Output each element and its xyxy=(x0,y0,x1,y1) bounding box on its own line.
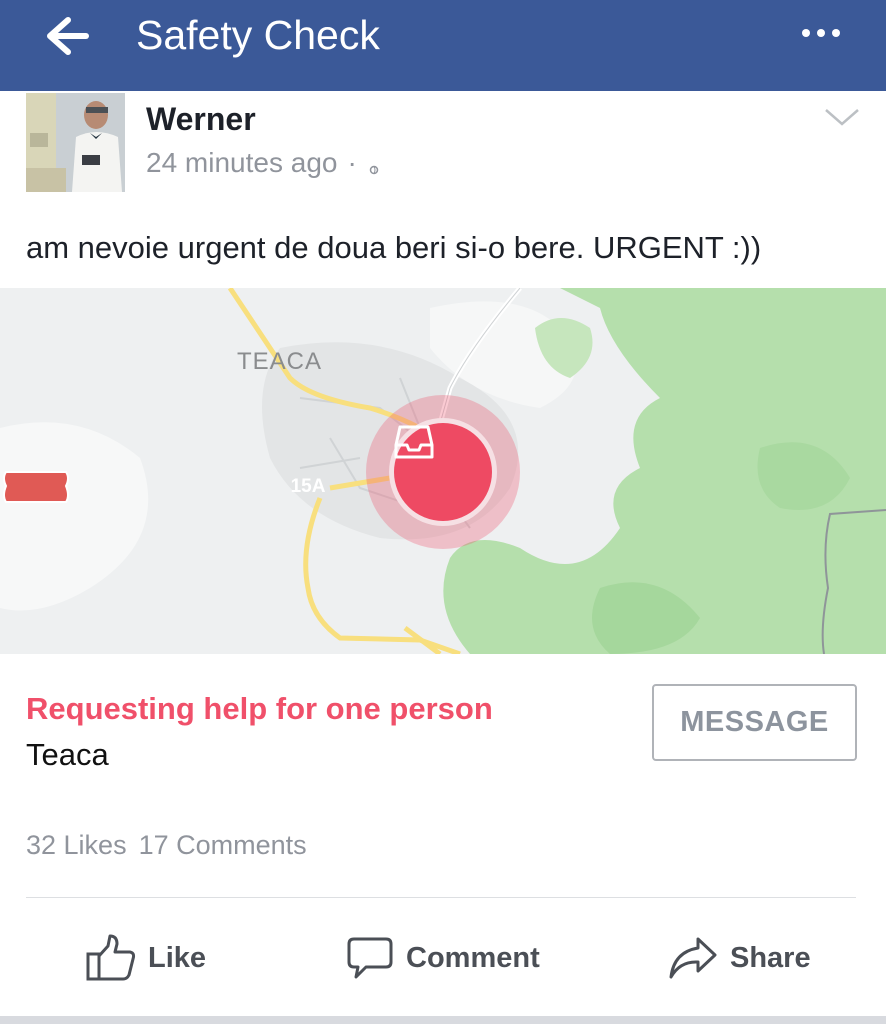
post-text: am nevoie urgent de doua beri si-o bere.… xyxy=(26,230,762,265)
audience-icon xyxy=(369,165,379,175)
chevron-down-icon[interactable] xyxy=(824,106,860,128)
share-label: Share xyxy=(730,941,811,974)
app-header: Safety Check xyxy=(0,0,886,91)
message-button[interactable]: MESSAGE xyxy=(652,684,857,761)
location-map[interactable]: TEACA 15A xyxy=(0,288,886,654)
bottom-scroll-edge xyxy=(0,1016,886,1024)
share-button[interactable]: Share xyxy=(668,928,811,988)
comment-icon xyxy=(347,937,393,979)
avatar[interactable] xyxy=(26,93,125,192)
thumbs-up-icon xyxy=(86,934,136,981)
comment-button[interactable]: Comment xyxy=(346,928,540,988)
likes-count[interactable]: 32 Likes xyxy=(26,830,127,860)
more-options-icon[interactable] xyxy=(798,20,844,46)
author-name[interactable]: Werner xyxy=(146,99,256,139)
separator-dot: · xyxy=(347,147,357,178)
map-place-label: TEACA xyxy=(237,348,323,375)
marker-core xyxy=(394,423,492,521)
back-arrow-icon[interactable] xyxy=(40,14,92,58)
page-title: Safety Check xyxy=(136,12,380,58)
route-label: 15A xyxy=(290,476,326,497)
comment-label: Comment xyxy=(406,941,540,974)
like-label: Like xyxy=(148,941,207,974)
location-marker[interactable] xyxy=(366,395,520,549)
marker-ring xyxy=(389,418,497,526)
like-button[interactable]: Like xyxy=(86,928,206,988)
safety-status: Requesting help for one person xyxy=(26,691,493,726)
route-shield-icon xyxy=(3,471,69,503)
post-time-text: 24 minutes ago xyxy=(146,147,338,178)
inbox-icon xyxy=(394,425,434,459)
divider xyxy=(26,897,856,898)
post-timestamp: 24 minutes ago · xyxy=(146,145,363,181)
safety-location: Teaca xyxy=(26,737,109,772)
post-stats: 32 Likes 17 Comments xyxy=(26,828,307,862)
comments-count[interactable]: 17 Comments xyxy=(139,830,307,860)
share-icon xyxy=(669,937,717,979)
